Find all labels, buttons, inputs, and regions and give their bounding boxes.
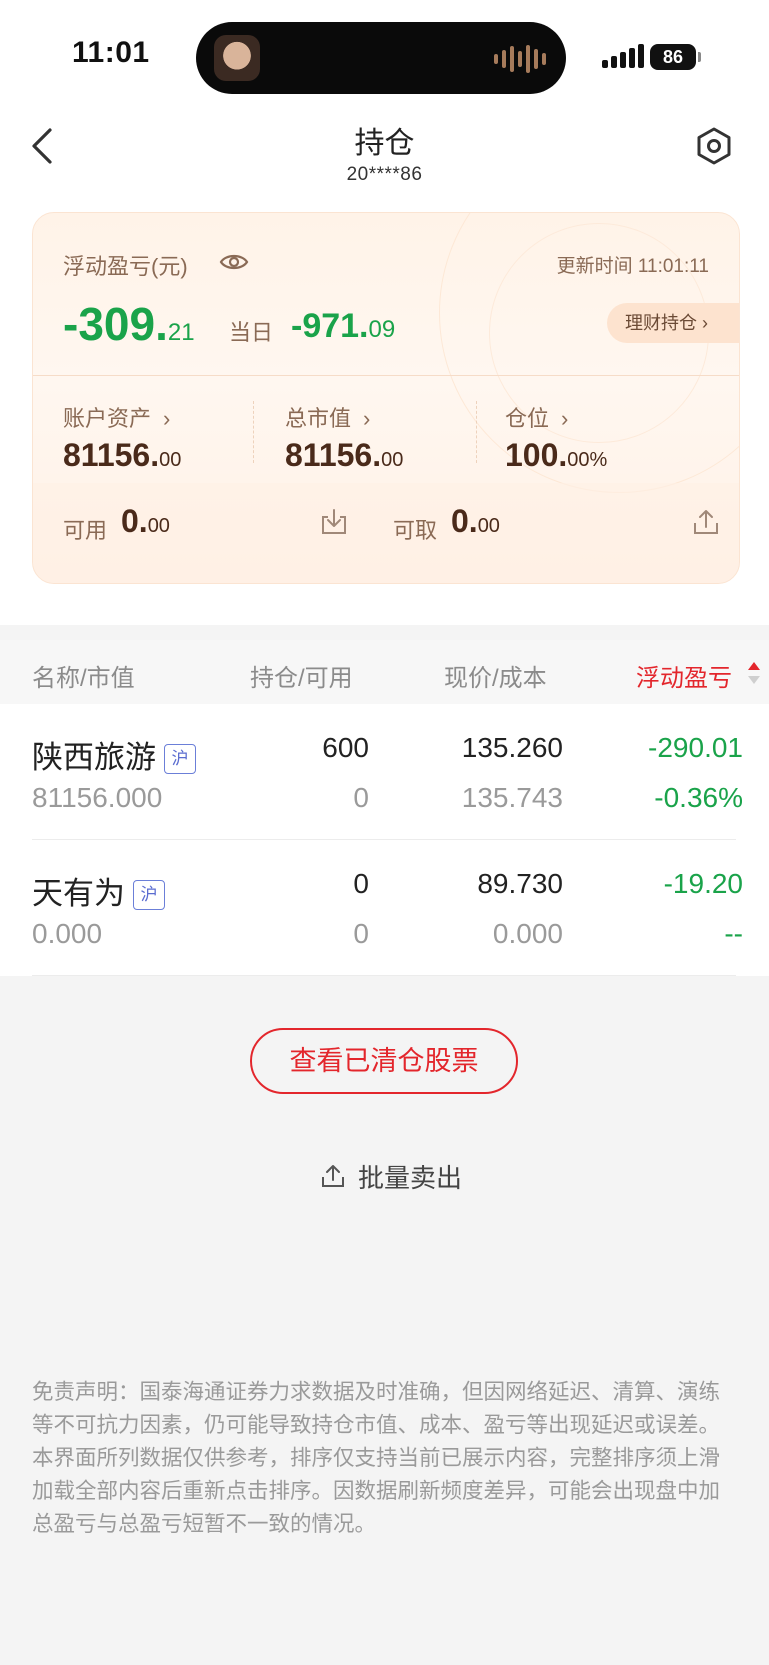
chevron-right-icon: › xyxy=(163,406,171,431)
market-badge: 沪 xyxy=(133,880,165,910)
withdrawable-label: 可取 xyxy=(393,518,438,543)
floating-pl-value: -309.21 xyxy=(63,298,195,350)
stock-market-value: 81156.000 xyxy=(32,782,163,813)
audio-wave-icon xyxy=(494,44,546,74)
current-price: 89.730 xyxy=(477,868,563,899)
account-assets-value: 81156.00 xyxy=(63,437,182,473)
position-ratio-value: 100.00% xyxy=(505,437,608,473)
transfer-in-icon[interactable] xyxy=(319,507,349,537)
floating-pl: -19.20 xyxy=(663,868,743,899)
battery-icon: 86 xyxy=(650,44,701,70)
floating-pl-pct: -0.36% xyxy=(654,782,743,813)
view-cleared-stocks-button[interactable]: 查看已清仓股票 xyxy=(250,1028,518,1094)
holdings-list: 陕西旅游沪 81156.000 600 0 135.260 135.743 -2… xyxy=(0,704,769,976)
gear-icon xyxy=(697,127,731,165)
today-pl-value: -971.09 xyxy=(291,307,396,345)
wealth-holdings-button[interactable]: 理财持仓 › xyxy=(607,303,739,343)
account-number: 20****86 xyxy=(346,164,423,185)
col-price-cost[interactable]: 现价/成本 xyxy=(444,658,547,693)
page-title: 持仓 xyxy=(354,127,415,160)
available-label: 可用 xyxy=(63,518,108,543)
floating-pl-label: 浮动盈亏(元) xyxy=(63,254,188,279)
col-hold-avail[interactable]: 持仓/可用 xyxy=(250,658,353,693)
position-ratio-link[interactable]: 仓位 › xyxy=(505,401,568,433)
avail-qty: 0 xyxy=(353,918,369,949)
settings-button[interactable] xyxy=(694,126,734,170)
caller-avatar-icon xyxy=(214,35,260,81)
market-value-value: 81156.00 xyxy=(285,437,404,473)
dynamic-island xyxy=(196,22,566,94)
current-price: 135.260 xyxy=(461,732,563,763)
hold-qty: 0 xyxy=(353,868,369,899)
market-value-link[interactable]: 总市值 › xyxy=(285,401,370,433)
cost-price: 0.000 xyxy=(492,918,563,949)
chevron-right-icon: › xyxy=(561,406,569,431)
today-label: 当日 xyxy=(229,320,274,345)
chevron-right-icon: › xyxy=(363,406,371,431)
floating-pl: -290.01 xyxy=(648,732,743,763)
sort-icon[interactable] xyxy=(748,660,769,686)
cost-price: 135.743 xyxy=(461,782,563,813)
signal-icon xyxy=(602,44,644,68)
floating-pl-pct: -- xyxy=(724,918,743,949)
available-value: 0.00 xyxy=(121,503,170,539)
hold-qty: 600 xyxy=(322,732,369,763)
eye-icon[interactable] xyxy=(219,249,249,275)
stock-market-value: 0.000 xyxy=(32,918,103,949)
table-row[interactable]: 天有为沪 0.000 0 0 89.730 0.000 -19.20 -- xyxy=(0,840,769,976)
status-time: 11:01 xyxy=(72,36,150,69)
account-assets-link[interactable]: 账户资产 › xyxy=(63,401,170,433)
summary-card: 浮动盈亏(元) 更新时间 11:01:11 -309.21 当日 -971.09… xyxy=(32,212,740,584)
transfer-out-icon[interactable] xyxy=(691,507,721,537)
withdrawable-value: 0.00 xyxy=(451,503,500,539)
batch-sell-label: 批量卖出 xyxy=(358,1162,463,1193)
market-badge: 沪 xyxy=(164,744,196,774)
holdings-table-header: 名称/市值 持仓/可用 现价/成本 浮动盈亏 xyxy=(0,640,769,704)
batch-sell-button[interactable]: 批量卖出 xyxy=(320,1156,462,1196)
upload-icon xyxy=(322,1165,344,1187)
update-time: 更新时间 11:01:11 xyxy=(556,256,709,277)
avail-qty: 0 xyxy=(353,782,369,813)
table-row[interactable]: 陕西旅游沪 81156.000 600 0 135.260 135.743 -2… xyxy=(0,704,769,840)
stock-name: 天有为沪 xyxy=(32,868,165,913)
stock-name: 陕西旅游沪 xyxy=(32,732,196,777)
col-name-mv[interactable]: 名称/市值 xyxy=(32,658,135,693)
col-floating-pl[interactable]: 浮动盈亏 xyxy=(636,658,732,693)
disclaimer-text: 免责声明：国泰海通证券力求数据及时准确，但因网络延迟、清算、演练等不可抗力因素，… xyxy=(32,1380,721,1536)
